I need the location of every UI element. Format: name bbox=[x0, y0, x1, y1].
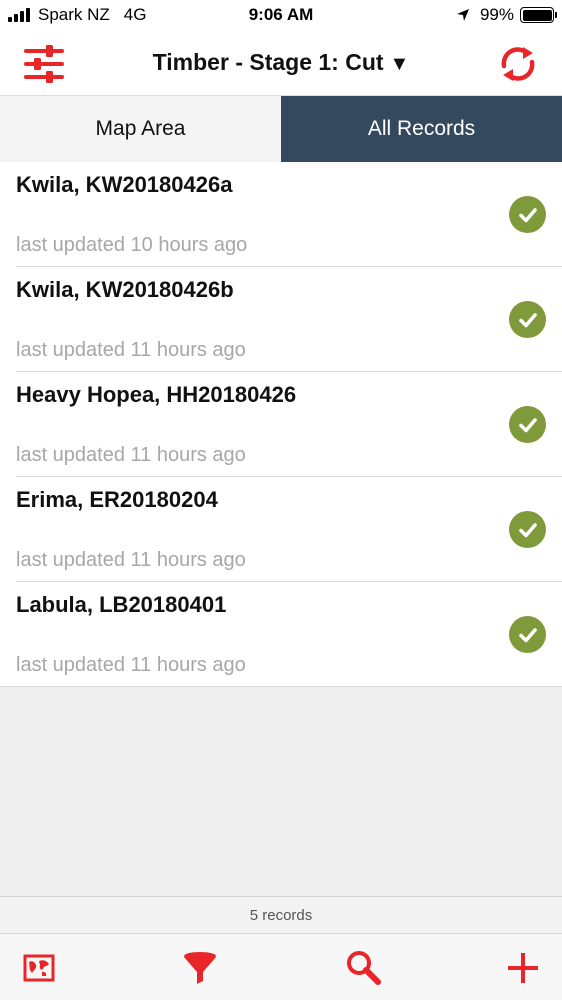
list-item[interactable]: Labula, LB20180401 last updated 11 hours… bbox=[0, 582, 562, 687]
status-bar: Spark NZ 4G 9:06 AM 99% bbox=[0, 0, 562, 32]
record-title: Kwila, KW20180426b bbox=[16, 277, 234, 302]
list-item[interactable]: Heavy Hopea, HH20180426 last updated 11 … bbox=[0, 372, 562, 477]
list-item[interactable]: Erima, ER20180204 last updated 11 hours … bbox=[0, 477, 562, 582]
location-arrow-icon bbox=[456, 9, 469, 21]
search-icon bbox=[347, 951, 381, 985]
nav-bar: Timber - Stage 1: Cut ▼ bbox=[0, 32, 562, 96]
check-circle-icon bbox=[509, 301, 546, 338]
battery-percent: 99% bbox=[479, 5, 514, 24]
records-list: Kwila, KW20180426a last updated 10 hours… bbox=[0, 162, 562, 687]
bottom-toolbar bbox=[0, 934, 562, 1000]
record-subtitle: last updated 11 hours ago bbox=[16, 339, 246, 361]
record-title: Erima, ER20180204 bbox=[16, 487, 218, 512]
tab-all-records[interactable]: All Records bbox=[281, 96, 562, 162]
caret-down-icon: ▼ bbox=[389, 53, 410, 75]
check-circle-icon bbox=[509, 616, 546, 653]
filter-button[interactable] bbox=[180, 948, 220, 988]
status-right: 99% bbox=[456, 5, 557, 25]
sync-icon bbox=[501, 47, 535, 81]
tab-all-records-label: All Records bbox=[367, 117, 476, 140]
tab-map-area-label: Map Area bbox=[95, 117, 186, 140]
sync-button[interactable] bbox=[496, 42, 540, 86]
record-subtitle: last updated 11 hours ago bbox=[16, 549, 246, 571]
segmented-tabs: Map Area All Records bbox=[0, 96, 562, 162]
record-subtitle: last updated 11 hours ago bbox=[16, 654, 246, 676]
add-icon bbox=[508, 953, 538, 983]
check-circle-icon bbox=[509, 196, 546, 233]
check-circle-icon bbox=[509, 406, 546, 443]
filter-icon bbox=[184, 952, 216, 984]
tab-map-area[interactable]: Map Area bbox=[0, 96, 281, 162]
record-subtitle: last updated 10 hours ago bbox=[16, 234, 248, 256]
page-title: Timber - Stage 1: Cut bbox=[152, 49, 384, 75]
add-button[interactable] bbox=[503, 948, 543, 988]
record-title: Labula, LB20180401 bbox=[16, 592, 227, 617]
stage-selector[interactable]: Timber - Stage 1: Cut ▼ bbox=[153, 49, 410, 75]
list-item[interactable]: Kwila, KW20180426a last updated 10 hours… bbox=[0, 162, 562, 267]
record-subtitle: last updated 11 hours ago bbox=[16, 444, 246, 466]
battery-icon bbox=[520, 7, 557, 23]
record-title: Kwila, KW20180426a bbox=[16, 172, 233, 197]
nav-title: Timber - Stage 1: Cut ▼ bbox=[0, 49, 562, 76]
map-icon bbox=[23, 954, 55, 982]
map-button[interactable] bbox=[19, 948, 59, 988]
search-button[interactable] bbox=[343, 948, 383, 988]
record-title: Heavy Hopea, HH20180426 bbox=[16, 382, 297, 407]
list-item[interactable]: Kwila, KW20180426b last updated 11 hours… bbox=[0, 267, 562, 372]
record-count: 5 records bbox=[0, 896, 562, 934]
check-circle-icon bbox=[509, 511, 546, 548]
